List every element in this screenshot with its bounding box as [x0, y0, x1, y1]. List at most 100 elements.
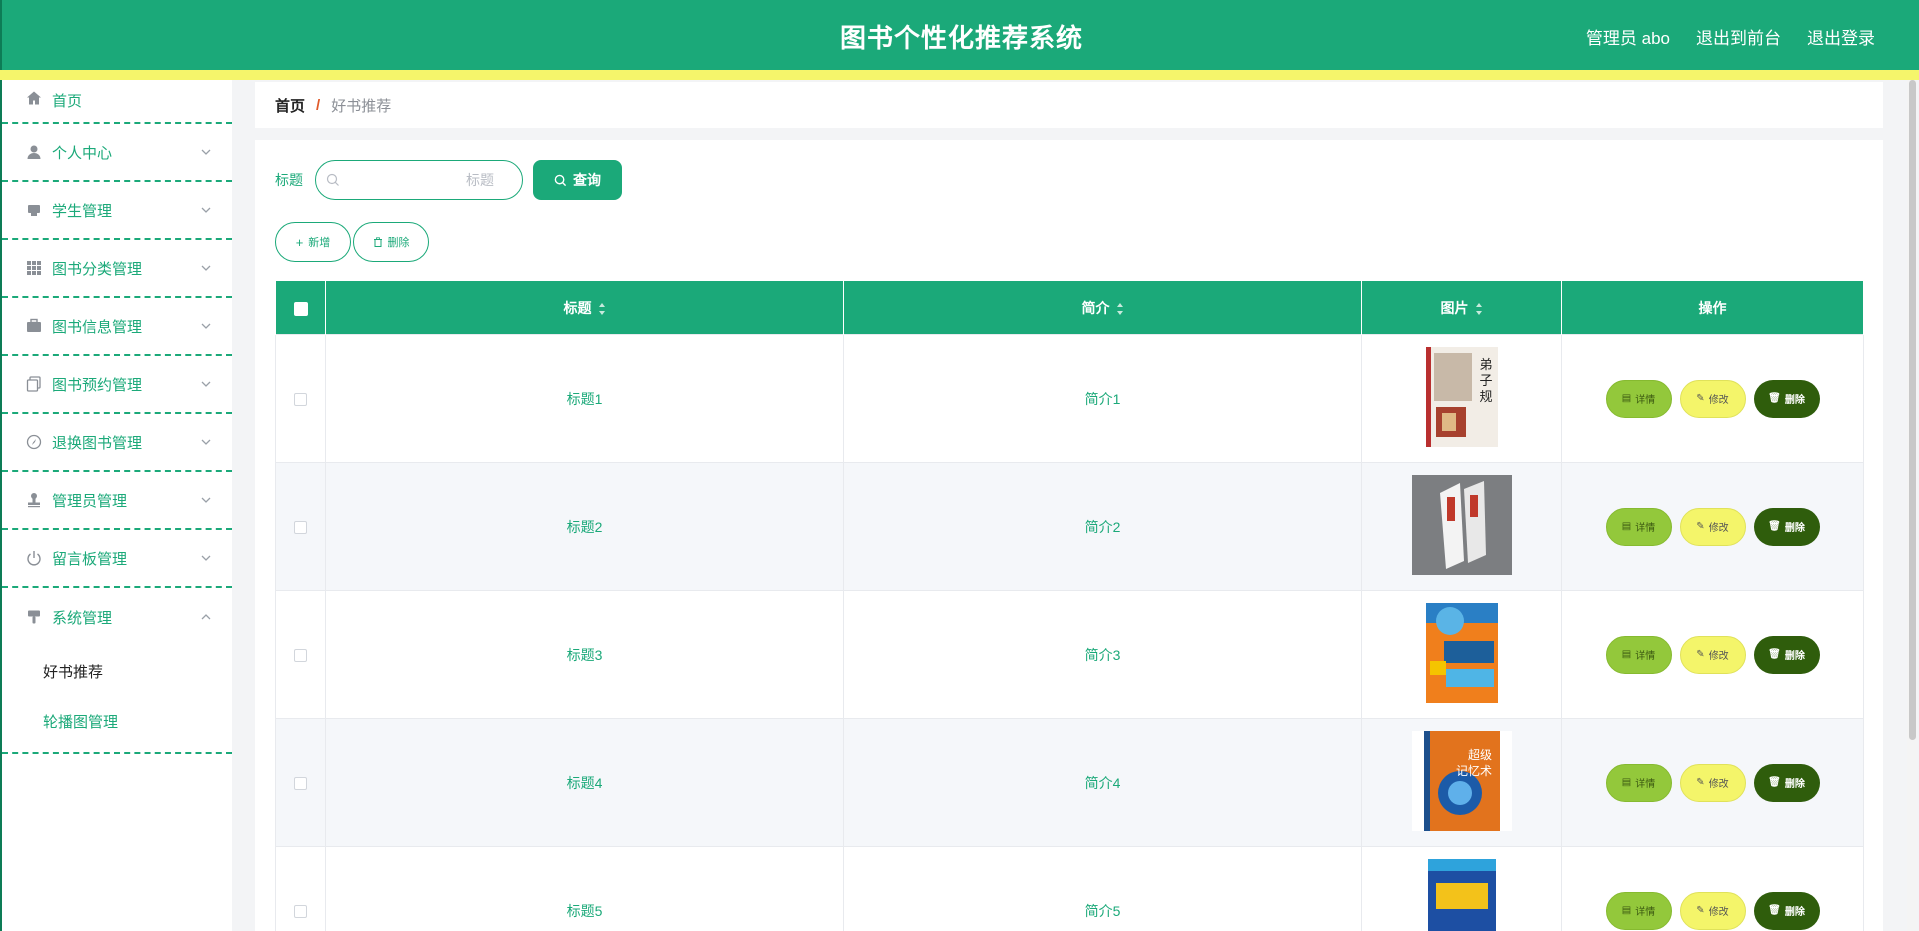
- column-header-title[interactable]: 标题: [325, 280, 844, 335]
- search-input[interactable]: [346, 161, 506, 199]
- row-checkbox[interactable]: [294, 521, 307, 535]
- add-button[interactable]: + 新增: [275, 222, 351, 262]
- table-header-row: 标题 简介 图片 操作: [275, 280, 1864, 335]
- query-button[interactable]: 查询: [533, 160, 622, 200]
- sidebar-item-label: 系统管理: [52, 609, 113, 627]
- grid-icon: [26, 260, 42, 276]
- sidebar-item-label: 学生管理: [52, 202, 113, 220]
- sidebar-item-return-management[interactable]: 退换图书管理: [2, 414, 232, 472]
- row-actions: ▤ 详情 ✎ 修改 🗑 删除: [1562, 507, 1863, 546]
- row-actions: ▤ 详情 ✎ 修改 🗑 删除: [1562, 635, 1863, 674]
- sidebar-item-home[interactable]: 首页: [2, 80, 232, 124]
- svg-text:规: 规: [1479, 390, 1492, 405]
- detail-button[interactable]: ▤ 详情: [1605, 507, 1672, 546]
- power-icon: [26, 550, 42, 566]
- page-scrollbar[interactable]: [1907, 80, 1917, 931]
- select-all-header: [275, 280, 326, 335]
- system-submenu: 好书推荐 轮播图管理: [2, 646, 232, 754]
- sidebar-item-category-management[interactable]: 图书分类管理: [2, 240, 232, 298]
- sidebar-item-label: 图书分类管理: [52, 260, 143, 278]
- sidebar-item-book-info-management[interactable]: 图书信息管理: [2, 298, 232, 356]
- copy-icon: [26, 376, 42, 392]
- edit-button[interactable]: ✎ 修改: [1679, 891, 1746, 930]
- row-checkbox[interactable]: [294, 649, 307, 663]
- sidebar-item-admin-management[interactable]: 管理员管理: [2, 472, 232, 530]
- sidebar-item-message-board-management[interactable]: 留言板管理: [2, 530, 232, 588]
- book-cover-image: [1411, 475, 1512, 575]
- book-cover-image: [1427, 859, 1496, 931]
- document-icon: ▤: [1621, 905, 1632, 916]
- logout-link[interactable]: 退出登录: [1807, 24, 1875, 49]
- delete-button[interactable]: 🗑 删除: [1753, 891, 1820, 930]
- edit-button[interactable]: ✎ 修改: [1679, 507, 1746, 546]
- row-checkbox[interactable]: [294, 777, 307, 791]
- edit-button-label: 修改: [1708, 523, 1729, 534]
- table-row: 标题4 简介4 超级 记忆术 ▤ 详情 ✎ 修改 🗑 删除: [275, 718, 1864, 847]
- sidebar-item-system-management[interactable]: 系统管理: [2, 588, 232, 646]
- sidebar-subitem-recommended-books[interactable]: 好书推荐: [2, 646, 232, 696]
- cell-intro: 简介1: [843, 334, 1362, 463]
- sidebar-item-label: 首页: [52, 93, 83, 110]
- select-all-checkbox[interactable]: [293, 301, 308, 316]
- detail-button-label: 详情: [1635, 651, 1656, 662]
- table-row: 标题1 简介1 弟子规 ▤ 详情 ✎ 修改 🗑 删除: [275, 334, 1864, 463]
- chevron-down-icon: [201, 497, 211, 503]
- batch-delete-button[interactable]: 删除: [353, 222, 429, 262]
- cell-title: 标题3: [325, 590, 844, 719]
- header-actions: 管理员 abo 退出到前台 退出登录: [1586, 24, 1875, 49]
- delete-button-label: 删除: [1784, 395, 1805, 406]
- breadcrumb-home[interactable]: 首页: [275, 95, 305, 116]
- sidebar-item-label: 个人中心: [52, 144, 113, 162]
- trash-icon: 🗑: [1768, 649, 1781, 660]
- pencil-icon: ✎: [1696, 521, 1705, 532]
- edit-button[interactable]: ✎ 修改: [1679, 763, 1746, 802]
- row-checkbox[interactable]: [294, 905, 307, 919]
- detail-button-label: 详情: [1635, 779, 1656, 790]
- add-button-label: 新增: [308, 237, 331, 249]
- detail-button-label: 详情: [1635, 523, 1656, 534]
- detail-button[interactable]: ▤ 详情: [1605, 379, 1672, 418]
- brush-icon: [26, 609, 42, 625]
- edit-button[interactable]: ✎ 修改: [1679, 379, 1746, 418]
- sidebar-subitem-carousel-management[interactable]: 轮播图管理: [2, 696, 232, 746]
- sidebar-item-student-management[interactable]: 学生管理: [2, 182, 232, 240]
- sidebar-item-personal-center[interactable]: 个人中心: [2, 124, 232, 182]
- row-actions: ▤ 详情 ✎ 修改 🗑 删除: [1562, 891, 1863, 930]
- data-table: 标题 简介 图片 操作 标题1 简介1 弟子规 ▤ 详情 ✎ 修改 🗑 删除 标…: [275, 280, 1864, 931]
- scrollbar-thumb[interactable]: [1909, 80, 1916, 740]
- sort-icon: [1116, 302, 1123, 315]
- delete-button[interactable]: 🗑 删除: [1753, 379, 1820, 418]
- delete-button[interactable]: 🗑 删除: [1753, 635, 1820, 674]
- edit-button[interactable]: ✎ 修改: [1679, 635, 1746, 674]
- document-icon: ▤: [1621, 393, 1632, 404]
- detail-button[interactable]: ▤ 详情: [1605, 763, 1672, 802]
- detail-button[interactable]: ▤ 详情: [1605, 635, 1672, 674]
- chevron-down-icon: [201, 207, 211, 213]
- sidebar-item-reservation-management[interactable]: 图书预约管理: [2, 356, 232, 414]
- pencil-icon: ✎: [1696, 905, 1705, 916]
- delete-button[interactable]: 🗑 删除: [1753, 507, 1820, 546]
- column-header-image[interactable]: 图片: [1361, 280, 1562, 335]
- query-button-label: 查询: [573, 172, 601, 188]
- svg-text:子: 子: [1479, 374, 1492, 389]
- pencil-icon: ✎: [1696, 649, 1705, 660]
- delete-button[interactable]: 🗑 删除: [1753, 763, 1820, 802]
- trash-icon: 🗑: [1768, 905, 1781, 916]
- sidebar-item-label: 图书预约管理: [52, 376, 143, 394]
- chevron-down-icon: [201, 381, 211, 387]
- batch-delete-button-label: 删除: [387, 237, 410, 249]
- briefcase-icon: [26, 318, 42, 334]
- breadcrumb-separator: /: [316, 96, 321, 114]
- column-header-actions: 操作: [1561, 280, 1864, 335]
- document-icon: ▤: [1621, 521, 1632, 532]
- exit-to-front-link[interactable]: 退出到前台: [1696, 24, 1781, 49]
- row-checkbox[interactable]: [294, 393, 307, 407]
- delete-button-label: 删除: [1784, 779, 1805, 790]
- row-actions: ▤ 详情 ✎ 修改 🗑 删除: [1562, 763, 1863, 802]
- action-bar: + 新增 删除: [275, 222, 429, 262]
- column-header-label: 图片: [1440, 299, 1469, 316]
- table-row: 标题2 简介2 ▤ 详情 ✎ 修改 🗑 删除: [275, 462, 1864, 591]
- column-header-intro[interactable]: 简介: [843, 280, 1362, 335]
- detail-button[interactable]: ▤ 详情: [1605, 891, 1672, 930]
- edit-button-label: 修改: [1708, 907, 1729, 918]
